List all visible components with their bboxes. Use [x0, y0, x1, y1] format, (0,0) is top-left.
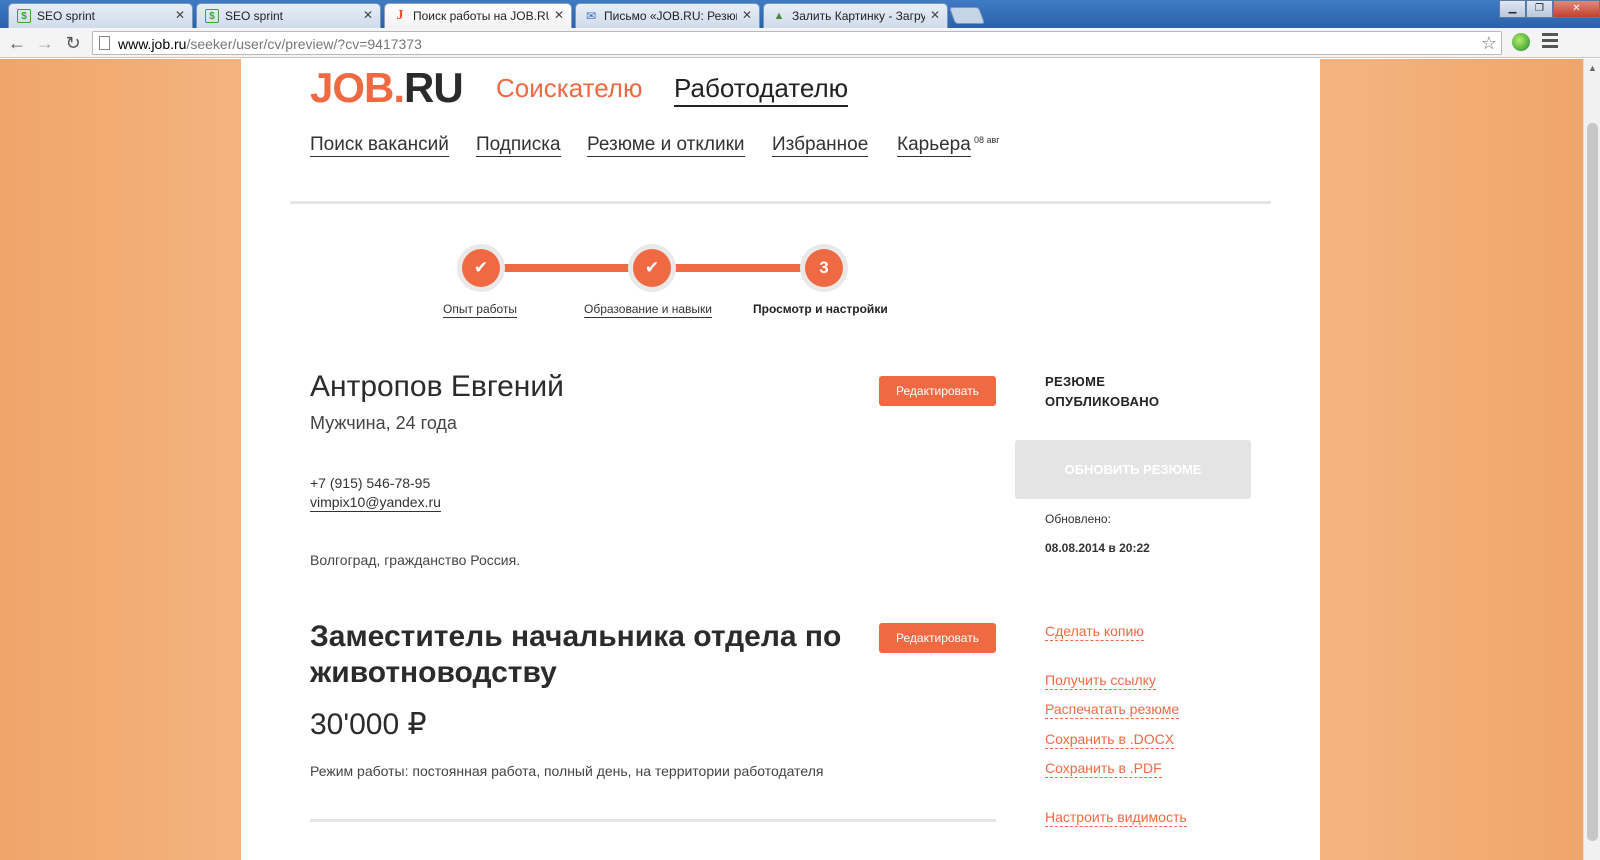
- resume-status: РЕЗЮМЕ ОПУБЛИКОВАНО: [1045, 374, 1160, 409]
- get-link-link[interactable]: Получить ссылку: [1045, 672, 1156, 690]
- browser-toolbar: ← → ↻ www.job.ru/seeker/user/cv/preview/…: [0, 28, 1600, 58]
- browser-tab[interactable]: ✉ Письмо «JOB.RU: Резюме ✕: [575, 3, 760, 28]
- browser-tab-bar: $ SEO sprint ✕ $ SEO sprint ✕ J Поиск ра…: [0, 0, 1600, 28]
- checkmark-icon: ✔: [633, 249, 671, 287]
- updated-datetime: 08.08.2014 в 20:22: [1045, 541, 1150, 555]
- subnav-career[interactable]: Карьера: [897, 134, 971, 157]
- job-ru-icon: J: [396, 8, 404, 23]
- edit-position-button[interactable]: Редактировать: [879, 623, 996, 653]
- close-icon[interactable]: ✕: [363, 8, 373, 23]
- subnav-subscription[interactable]: Подписка: [476, 134, 561, 157]
- step-3-circle: 3: [800, 244, 848, 292]
- browser-tab[interactable]: $ SEO sprint ✕: [8, 3, 193, 28]
- url-path: /seeker/user/cv/preview/?cv=9417373: [186, 36, 422, 52]
- bookmark-star-icon[interactable]: ☆: [1481, 33, 1497, 53]
- new-tab-button[interactable]: [948, 7, 986, 24]
- desired-position: Заместитель начальника отдела по животно…: [310, 620, 842, 689]
- scroll-up-arrow-icon[interactable]: ▲: [1588, 63, 1597, 73]
- logo-ru: RU: [404, 64, 464, 111]
- header-divider: [290, 201, 1271, 204]
- image-icon: ▲: [773, 10, 785, 22]
- menu-icon[interactable]: [1542, 33, 1558, 51]
- save-pdf-link[interactable]: Сохранить в .PDF: [1045, 760, 1162, 778]
- seo-sprint-icon: $: [205, 9, 219, 23]
- seo-sprint-icon: $: [17, 9, 31, 23]
- close-icon[interactable]: ✕: [175, 8, 185, 23]
- section-divider: [310, 819, 996, 822]
- updated-label: Обновлено:: [1045, 512, 1111, 526]
- back-arrow-icon[interactable]: ←: [6, 32, 28, 54]
- url-text[interactable]: www.job.ru/seeker/user/cv/preview/?cv=94…: [118, 36, 422, 52]
- forward-arrow-icon[interactable]: →: [34, 32, 56, 54]
- visibility-settings-link[interactable]: Настроить видимость: [1045, 809, 1187, 827]
- checkmark-icon: ✔: [462, 249, 500, 287]
- page-icon: [99, 36, 110, 50]
- tab-title: Письмо «JOB.RU: Резюме: [604, 9, 737, 23]
- page-viewport: JOB.RU Соискателю Работодателю Поиск вак…: [0, 59, 1583, 860]
- edit-personal-button[interactable]: Редактировать: [879, 376, 996, 406]
- close-icon[interactable]: ✕: [554, 8, 564, 23]
- update-resume-button[interactable]: ОБНОВИТЬ РЕЗЮМЕ: [1015, 440, 1251, 499]
- minimize-icon[interactable]: ▁: [1499, 0, 1526, 18]
- tab-title: SEO sprint: [225, 9, 284, 23]
- nav-seeker[interactable]: Соискателю: [496, 73, 642, 103]
- browser-tab[interactable]: ▲ Залить Картинку - Загру ✕: [763, 3, 948, 28]
- step-1-label[interactable]: Опыт работы: [443, 302, 518, 318]
- work-mode: Режим работы: постоянная работа, полный …: [310, 763, 824, 779]
- save-docx-link[interactable]: Сохранить в .DOCX: [1045, 731, 1175, 749]
- logo-main: JOB: [310, 64, 394, 111]
- logo-dot: .: [393, 64, 405, 111]
- step-3-label: Просмотр и настройки: [753, 302, 888, 316]
- tab-title: SEO sprint: [37, 9, 96, 23]
- desired-salary: 30'000 ₽: [310, 708, 427, 741]
- browser-tab-active[interactable]: J Поиск работы на JOB.RU ✕: [384, 3, 572, 28]
- phone-number: +7 (915) 546-78-95: [310, 475, 431, 491]
- career-date-badge: 08 авг: [974, 135, 1000, 145]
- page-content: JOB.RU Соискателю Работодателю Поиск вак…: [241, 59, 1320, 860]
- location-citizenship: Волгоград, гражданство Россия.: [310, 552, 521, 568]
- reload-icon[interactable]: ↻: [62, 32, 84, 54]
- step-2-label[interactable]: Образование и навыки: [584, 302, 713, 318]
- window-controls: ▁ ❐ ✕: [1499, 0, 1600, 18]
- nav-employer[interactable]: Работодателю: [674, 73, 849, 107]
- extension-icon[interactable]: [1512, 33, 1530, 51]
- subnav-vacancy-search[interactable]: Поиск вакансий: [310, 134, 449, 157]
- url-host: www.job.ru: [118, 36, 187, 52]
- subnav-favorites[interactable]: Избранное: [772, 134, 869, 157]
- make-copy-link[interactable]: Сделать копию: [1045, 623, 1144, 641]
- scrollbar[interactable]: ▲: [1583, 59, 1600, 860]
- browser-tab[interactable]: $ SEO sprint ✕: [196, 3, 381, 28]
- mail-icon: ✉: [585, 9, 597, 23]
- step-number: 3: [805, 249, 843, 287]
- step-2-circle[interactable]: ✔: [628, 244, 676, 292]
- job-ru-logo[interactable]: JOB.RU: [310, 64, 464, 111]
- step-1-circle[interactable]: ✔: [457, 244, 505, 292]
- person-gender-age: Мужчина, 24 года: [310, 413, 457, 433]
- print-resume-link[interactable]: Распечатать резюме: [1045, 701, 1180, 719]
- restore-icon[interactable]: ❐: [1526, 0, 1553, 18]
- person-name: Антропов Евгений: [310, 370, 564, 403]
- scrollbar-thumb[interactable]: [1587, 123, 1598, 841]
- close-window-icon[interactable]: ✕: [1553, 0, 1600, 18]
- close-icon[interactable]: ✕: [742, 8, 752, 23]
- email-link[interactable]: vimpix10@yandex.ru: [310, 494, 441, 512]
- address-bar[interactable]: www.job.ru/seeker/user/cv/preview/?cv=94…: [92, 31, 1502, 55]
- tab-title: Поиск работы на JOB.RU: [413, 9, 549, 23]
- tab-title: Залить Картинку - Загру: [792, 9, 925, 23]
- close-icon[interactable]: ✕: [930, 8, 940, 23]
- subnav-resumes-responses[interactable]: Резюме и отклики: [587, 134, 745, 157]
